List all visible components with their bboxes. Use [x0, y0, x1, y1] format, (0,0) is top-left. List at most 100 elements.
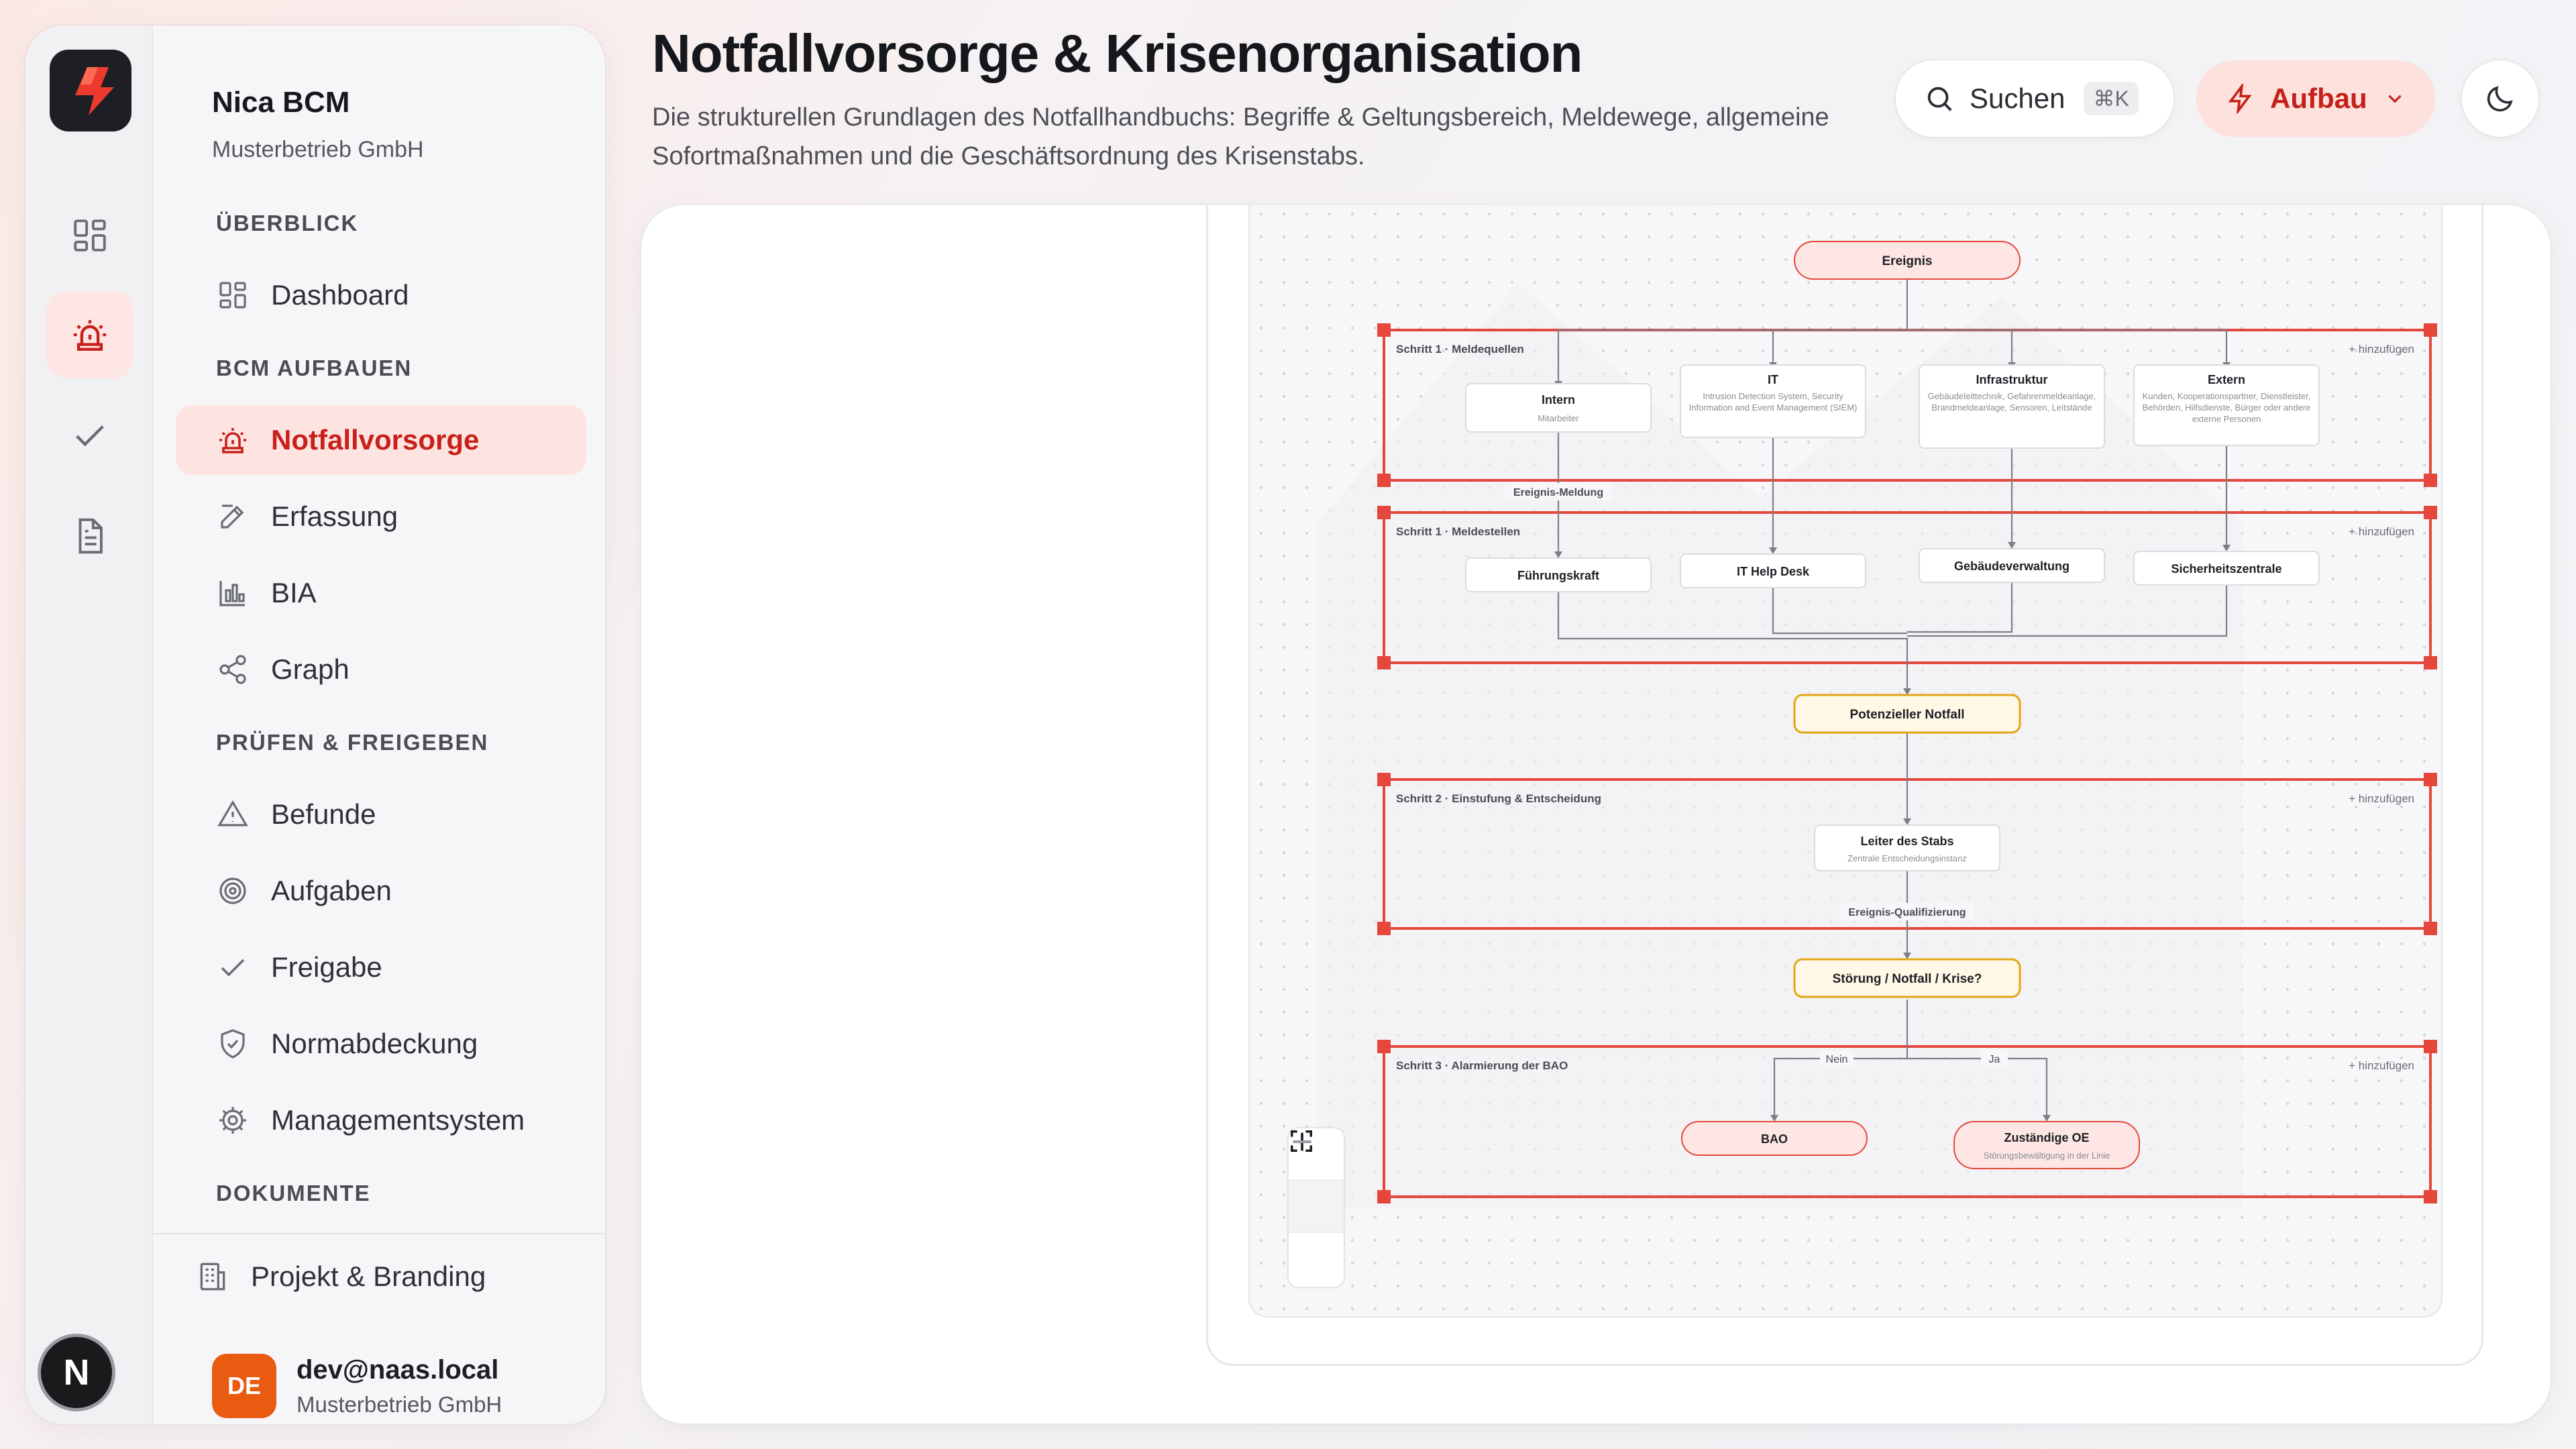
sidebar-item-dashboard[interactable]: Dashboard: [176, 260, 586, 330]
node-sicherheitszentrale[interactable]: Sicherheitszentrale: [2133, 551, 2320, 586]
sidebar: Nica BCM Musterbetrieb GmbH ÜBERBLICK Da…: [25, 25, 605, 1424]
main-content: Schritt 1 · Meldequellen Schritt 1 · Mel…: [641, 205, 2551, 1424]
search-shortcut: ⌘K: [2084, 82, 2139, 115]
sidebar-item-label: BIA: [271, 577, 317, 608]
mode-dropdown[interactable]: Aufbau: [2196, 60, 2435, 137]
section-build: BCM AUFBAUEN: [216, 356, 413, 380]
sidebar-item-graph[interactable]: Graph: [176, 635, 586, 704]
svg-text:Gebäudeverwaltung: Gebäudeverwaltung: [1954, 559, 2070, 573]
bar-chart-icon: [219, 581, 245, 606]
section-overview: ÜBERBLICK: [216, 211, 359, 235]
account-avatar[interactable]: N: [38, 1334, 115, 1411]
add-button[interactable]: + hinzufügen: [2349, 525, 2414, 538]
add-button[interactable]: + hinzufügen: [2349, 343, 2414, 356]
sidebar-nav: Nica BCM Musterbetrieb GmbH ÜBERBLICK Da…: [153, 25, 605, 1424]
sidebar-item-label: Normabdeckung: [271, 1028, 478, 1059]
siren-icon: [73, 320, 107, 351]
app-logo[interactable]: [50, 50, 131, 131]
node-gebaeudeverwaltung[interactable]: Gebäudeverwaltung: [1919, 548, 2105, 583]
svg-text:Mitarbeiter: Mitarbeiter: [1538, 413, 1579, 423]
node-zustaendige-oe[interactable]: Zuständige OE Störungsbewältigung in der…: [1953, 1121, 2140, 1169]
sidebar-item-label: Graph: [271, 653, 350, 685]
diagram-frame: Schritt 1 · Meldequellen Schritt 1 · Mel…: [1206, 205, 2483, 1366]
svg-text:BAO: BAO: [1761, 1132, 1788, 1146]
edit-icon: [221, 504, 244, 529]
org-name: Nica BCM: [212, 86, 350, 119]
sidebar-item-aufgaben[interactable]: Aufgaben: [176, 856, 586, 926]
flow-diagram-canvas[interactable]: Schritt 1 · Meldequellen Schritt 1 · Mel…: [1248, 205, 2443, 1318]
sidebar-item-erfassung[interactable]: Erfassung: [176, 482, 586, 551]
page-description: Die strukturellen Grundlagen des Notfall…: [652, 103, 1829, 170]
add-button[interactable]: + hinzufügen: [2349, 792, 2414, 805]
user-email: dev@naas.local: [297, 1354, 499, 1385]
edge-label: Ereignis-Meldung: [1513, 487, 1603, 498]
node-potenzieller-notfall[interactable]: Potenzieller Notfall: [1793, 694, 2021, 734]
document-icon: [78, 518, 103, 554]
section-documents: DOKUMENTE: [216, 1181, 371, 1205]
check-icon: [76, 425, 104, 447]
sidebar-item-managementsystem[interactable]: Managementsystem: [176, 1085, 586, 1155]
fit-view-icon: [1291, 1130, 1312, 1152]
chevron-down-icon: [2388, 95, 2402, 103]
rail-documents-button[interactable]: [46, 492, 133, 580]
svg-text:Führungskraft: Führungskraft: [1517, 569, 1599, 582]
node-fuehrungskraft[interactable]: Führungskraft: [1465, 557, 1652, 592]
svg-text:Zentrale Entscheidungsinstanz: Zentrale Entscheidungsinstanz: [1847, 853, 1967, 863]
node-bao[interactable]: BAO: [1681, 1121, 1868, 1156]
node-leiter-des-stabs[interactable]: Leiter des Stabs Zentrale Entscheidungsi…: [1814, 824, 2000, 871]
node-it-help-desk[interactable]: IT Help Desk: [1680, 553, 1866, 588]
svg-text:Extern: Extern: [2208, 373, 2245, 386]
rail-notfall-button[interactable]: [46, 291, 133, 378]
sidebar-divider: [153, 1233, 605, 1234]
sidebar-item-label: Erfassung: [271, 500, 398, 532]
theme-toggle-button[interactable]: [2462, 60, 2538, 137]
zoom-controls: [1289, 1128, 1344, 1287]
icon-rail: [25, 25, 153, 1424]
fit-view-button[interactable]: [1289, 1130, 1344, 1285]
search-button[interactable]: Suchen ⌘K: [1896, 60, 2174, 137]
edge-label: Ereignis-Qualifizierung: [1848, 907, 1966, 918]
building-icon: [200, 1263, 225, 1291]
edge-label-no: Nein: [1826, 1054, 1848, 1065]
node-intern[interactable]: Intern Mitarbeiter: [1465, 383, 1652, 433]
lane-title: Schritt 1 · Meldequellen: [1396, 343, 1524, 356]
add-button[interactable]: + hinzufügen: [2349, 1059, 2414, 1072]
zoom-out-button[interactable]: [1289, 1140, 1344, 1233]
lightning-icon: [2228, 84, 2252, 113]
rail-freigabe-button[interactable]: [46, 392, 133, 479]
sidebar-item-notfallvorsorge[interactable]: Notfallvorsorge: [176, 405, 586, 475]
sidebar-item-label: Managementsystem: [271, 1104, 525, 1136]
section-review: PRÜFEN & FREIGEBEN: [216, 730, 489, 755]
sidebar-item-bia[interactable]: BIA: [176, 558, 586, 628]
page-title: Notfallvorsorge & Krisenorganisation: [652, 23, 1582, 83]
svg-text:IT Help Desk: IT Help Desk: [1737, 565, 1810, 578]
sidebar-item-label: Dashboard: [271, 279, 409, 311]
node-entscheidung[interactable]: Störung / Notfall / Krise?: [1793, 958, 2021, 998]
svg-text:Störung / Notfall / Krise?: Störung / Notfall / Krise?: [1833, 972, 1982, 986]
search-label: Suchen: [1970, 83, 2065, 114]
svg-text:Zuständige OE: Zuständige OE: [2004, 1131, 2089, 1144]
svg-text:Leiter des Stabs: Leiter des Stabs: [1860, 835, 1953, 848]
share-icon: [219, 655, 246, 684]
sidebar-item-normabdeckung[interactable]: Normabdeckung: [176, 1009, 586, 1079]
mode-label: Aufbau: [2270, 83, 2367, 114]
siren-icon: [219, 428, 246, 453]
user-menu[interactable]: DE dev@naas.local Musterbetrieb GmbH: [212, 1354, 502, 1418]
svg-text:Infrastruktur: Infrastruktur: [1976, 373, 2047, 386]
rail-dashboard-button[interactable]: [46, 192, 133, 279]
sidebar-item-project-branding[interactable]: Projekt & Branding: [196, 1260, 486, 1293]
sidebar-item-label: Freigabe: [271, 951, 382, 983]
node-extern[interactable]: Extern Kunden, Kooperationspartner, Dien…: [2133, 364, 2320, 446]
node-infrastruktur[interactable]: Infrastruktur Gebäudeleittechnik, Gefahr…: [1919, 364, 2105, 449]
lane-title: Schritt 3 · Alarmierung der BAO: [1396, 1059, 1568, 1072]
node-it[interactable]: IT Intrusion Detection System, Security …: [1680, 364, 1866, 438]
lane-title: Schritt 1 · Meldestellen: [1396, 525, 1520, 538]
search-icon: [1927, 87, 1952, 111]
sidebar-item-befunde[interactable]: Befunde: [176, 780, 586, 849]
logo-icon: [75, 67, 114, 115]
svg-text:Sicherheitszentrale: Sicherheitszentrale: [2171, 562, 2282, 576]
sidebar-item-label: Aufgaben: [271, 875, 392, 906]
node-ereignis[interactable]: Ereignis: [1794, 241, 2021, 280]
sidebar-item-freigabe[interactable]: Freigabe: [176, 932, 586, 1002]
shield-check-icon: [221, 1029, 245, 1059]
